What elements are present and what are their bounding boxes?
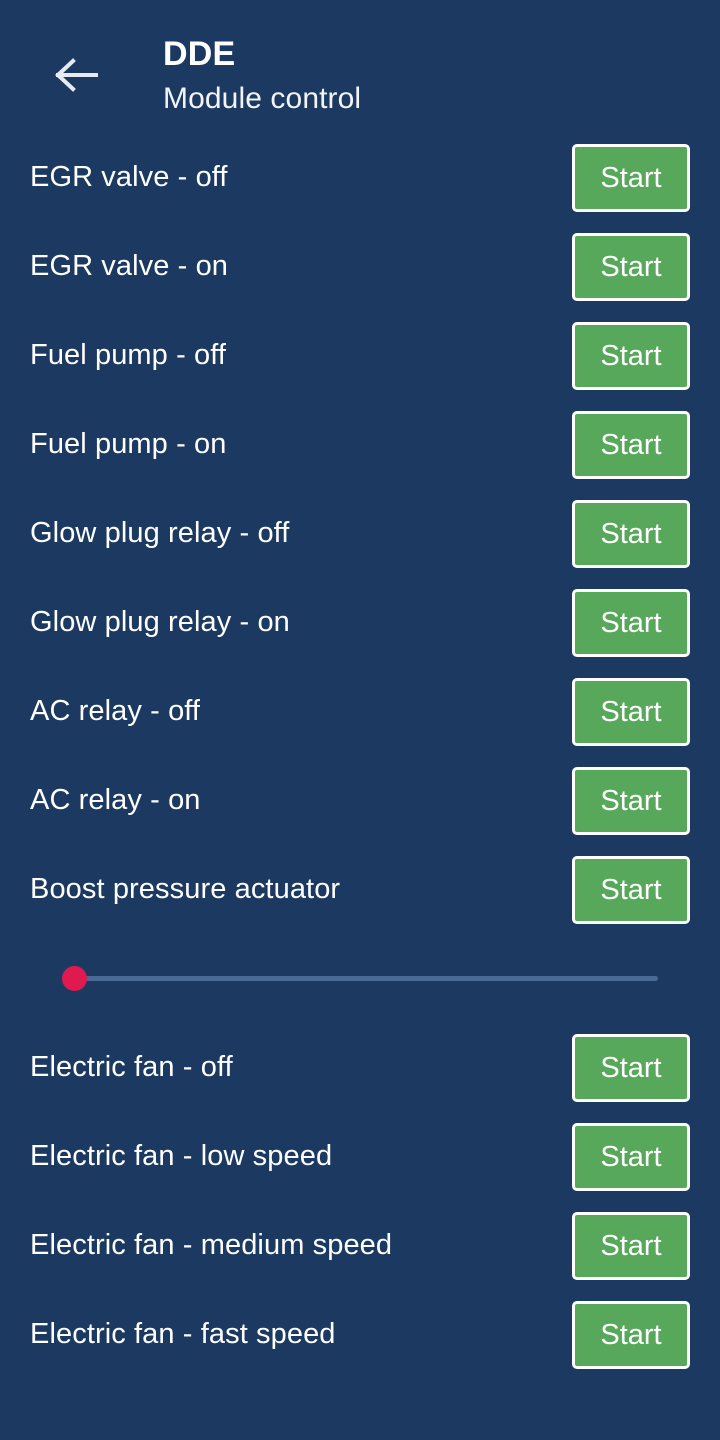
slider-thumb[interactable]	[61, 966, 87, 991]
start-button[interactable]: Start	[572, 144, 690, 212]
page-title: DDE	[163, 35, 236, 73]
module-row: AC relay - on Start	[0, 756, 720, 845]
start-button[interactable]: Start	[572, 856, 690, 924]
start-button[interactable]: Start	[572, 233, 690, 301]
module-row: Electric fan - off Start	[0, 1023, 720, 1112]
slider-row	[0, 934, 720, 1023]
module-control-list: EGR valve - off Start EGR valve - on Start F…	[0, 133, 720, 1379]
start-button[interactable]: Start	[572, 589, 690, 657]
module-row-label: AC relay - on	[30, 784, 201, 816]
module-row-label: Glow plug relay - off	[30, 517, 290, 549]
app-bar: DDE Module control	[0, 0, 720, 133]
app-screen: DDE Module control EGR valve - off Start E…	[0, 0, 720, 1440]
module-row-label: Fuel pump - on	[30, 428, 227, 460]
module-row-label: Glow plug relay - on	[30, 606, 290, 638]
module-row-label: Electric fan - low speed	[30, 1140, 333, 1172]
back-button[interactable]	[44, 44, 110, 106]
module-row-label: EGR valve - off	[30, 161, 228, 193]
module-row: Fuel pump - off Start	[0, 311, 720, 400]
module-row: Glow plug relay - off Start	[0, 489, 720, 578]
header-title-block: DDE Module control	[163, 30, 563, 120]
start-button[interactable]: Start	[572, 322, 690, 390]
page-subtitle: Module control	[163, 82, 362, 115]
start-button[interactable]: Start	[572, 411, 690, 479]
start-button[interactable]: Start	[572, 1212, 690, 1280]
module-row-label: Electric fan - medium speed	[30, 1229, 393, 1261]
module-row: Electric fan - low speed Start	[0, 1112, 720, 1201]
start-button[interactable]: Start	[572, 1301, 690, 1369]
start-button[interactable]: Start	[572, 500, 690, 568]
module-row: Boost pressure actuator Start	[0, 845, 720, 934]
module-row: Fuel pump - on Start	[0, 400, 720, 489]
module-row-label: Electric fan - off	[30, 1051, 233, 1083]
module-row: Glow plug relay - on Start	[0, 578, 720, 667]
module-row: AC relay - off Start	[0, 667, 720, 756]
module-row: EGR valve - off Start	[0, 133, 720, 222]
module-row-label: Boost pressure actuator	[30, 873, 341, 905]
module-rows-top: EGR valve - off Start EGR valve - on Start F…	[0, 133, 720, 934]
module-row: Electric fan - fast speed Start	[0, 1290, 720, 1379]
boost-pressure-slider[interactable]	[0, 934, 720, 1023]
start-button[interactable]: Start	[572, 678, 690, 746]
module-row-label: AC relay - off	[30, 695, 201, 727]
module-row-label: EGR valve - on	[30, 250, 229, 282]
module-row-label: Electric fan - fast speed	[30, 1318, 336, 1350]
slider-track[interactable]	[74, 976, 658, 981]
start-button[interactable]: Start	[572, 767, 690, 835]
start-button[interactable]: Start	[572, 1123, 690, 1191]
start-button[interactable]: Start	[572, 1034, 690, 1102]
module-row-label: Fuel pump - off	[30, 339, 227, 371]
module-row: Electric fan - medium speed Start	[0, 1201, 720, 1290]
arrow-left-icon	[55, 58, 99, 92]
module-rows-bottom: Electric fan - off Start Electric fan - lo…	[0, 1023, 720, 1379]
module-row: EGR valve - on Start	[0, 222, 720, 311]
